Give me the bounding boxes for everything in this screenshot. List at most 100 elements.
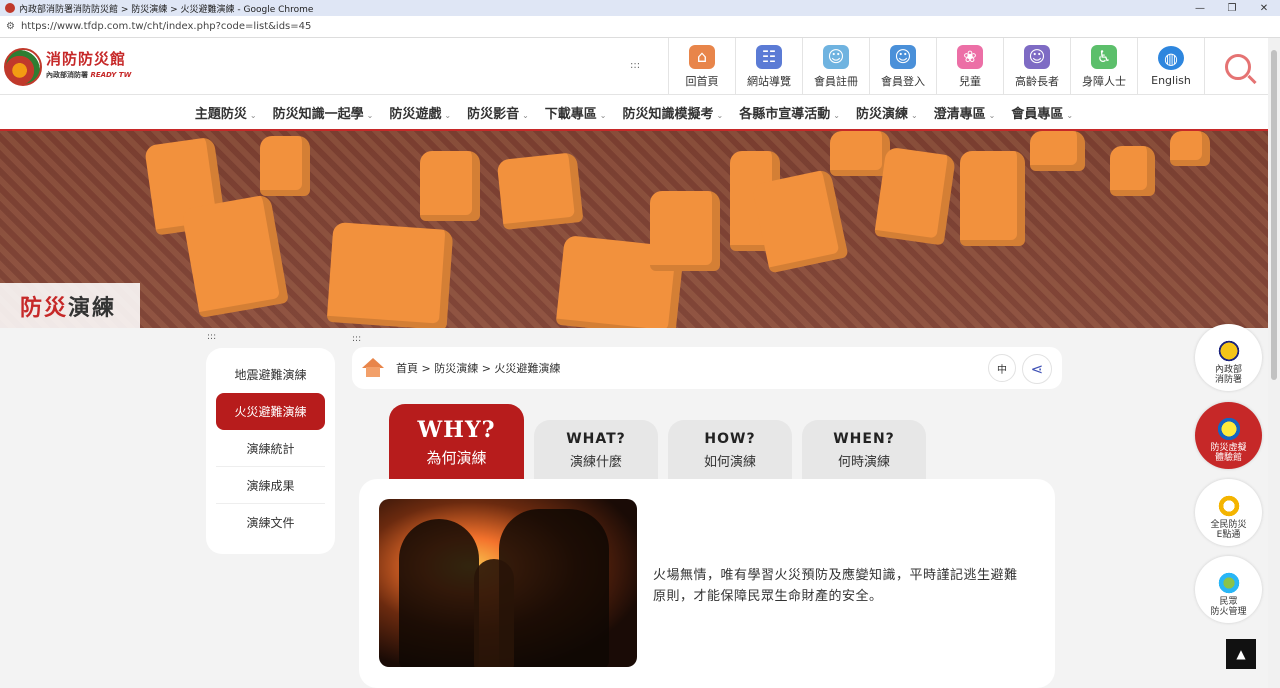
accesskey-mark[interactable]: ::: <box>630 60 640 71</box>
topnav-register[interactable]: ☺ 會員註冊 <box>802 38 869 95</box>
topnav-label: 兒童 <box>959 74 981 88</box>
chevron-down-icon: ⌄ <box>1066 110 1074 120</box>
bear-icon: ❀ <box>957 44 983 69</box>
share-icon[interactable]: ⋖ <box>1022 354 1052 384</box>
topnav-label: 會員註冊 <box>814 74 858 88</box>
topnav-label: 回首頁 <box>685 74 719 88</box>
vr-hall-icon <box>1214 417 1243 441</box>
chevron-down-icon: ⌄ <box>249 110 257 120</box>
menu-item-games[interactable]: 防災遊戲 ⌄ <box>381 103 459 122</box>
sidebar-accesskey[interactable]: ::: <box>207 332 216 342</box>
menu-item-member[interactable]: 會員專區 ⌄ <box>1003 103 1081 122</box>
scrollbar-thumb[interactable] <box>1271 50 1277 380</box>
sidebar-item-documents[interactable]: 演練文件 <box>216 504 325 541</box>
chevron-down-icon: ⌄ <box>366 110 374 120</box>
close-button[interactable]: ✕ <box>1248 3 1280 14</box>
sidebar-item-earthquake[interactable]: 地震避難演練 <box>216 356 325 393</box>
menu-item-county[interactable]: 各縣市宣導活動 ⌄ <box>731 103 848 122</box>
menu-item-clarify[interactable]: 澄清專區 ⌄ <box>926 103 1004 122</box>
content-text: 火場無情，唯有學習火災預防及應變知識，平時謹記逃生避難原則，才能保障民眾生命財產… <box>653 568 1018 604</box>
tab-how[interactable]: HOW? 如何演練 <box>668 420 792 480</box>
browser-titlebar: 內政部消防署消防防災館 > 防災演練 > 火災避難演練 - Google Chr… <box>0 0 1280 16</box>
banner-decoration <box>751 168 849 274</box>
e-point-icon <box>1214 494 1243 518</box>
chevron-down-icon: ⌄ <box>716 110 724 120</box>
menu-item-drill[interactable]: 防災演練 ⌄ <box>848 103 926 122</box>
banner-decoration <box>260 136 310 196</box>
topnav-home[interactable]: ⌂ 回首頁 <box>668 38 735 95</box>
topnav-children[interactable]: ❀ 兒童 <box>936 38 1003 95</box>
login-icon: ☺ <box>890 44 916 69</box>
banner-decoration <box>960 151 1025 246</box>
site-logo[interactable]: 消防防災館 內政部消防署 READY TW <box>4 46 164 88</box>
chevron-down-icon: ⌄ <box>522 110 529 120</box>
site-settings-icon[interactable]: ⚙ <box>6 21 15 32</box>
search-button[interactable] <box>1204 38 1270 95</box>
banner-decoration <box>1170 131 1210 166</box>
float-nfa[interactable]: 內政部 消防署 <box>1195 324 1262 391</box>
banner-decoration <box>326 221 454 328</box>
menu-item-topic[interactable]: 主題防災 ⌄ <box>187 103 265 122</box>
page-banner: 防災 演練 <box>0 131 1268 328</box>
topnav-label: 高齡長者 <box>1015 74 1059 88</box>
tab-what[interactable]: WHAT? 演練什麼 <box>534 420 658 480</box>
logo-emblem-icon <box>4 48 42 86</box>
sidebar-item-fire[interactable]: 火災避難演練 <box>216 393 325 430</box>
banner-decoration <box>181 194 289 318</box>
breadcrumb-path[interactable]: 首頁 > 防災演練 > 火災避難演練 <box>396 360 560 376</box>
wheelchair-icon: ♿ <box>1091 44 1117 69</box>
menu-item-learn[interactable]: 防災知識一起學 ⌄ <box>265 103 382 122</box>
sitemap-icon: ☷ <box>756 44 782 69</box>
home-icon[interactable] <box>362 358 384 378</box>
main-menu: 主題防災 ⌄ 防災知識一起學 ⌄ 防災遊戲 ⌄ 防災影音 ⌄ 下載專區 ⌄ 防災知識模擬考… <box>0 95 1268 131</box>
home-icon: ⌂ <box>689 44 715 69</box>
float-e-point[interactable]: 全民防災 E點通 <box>1195 479 1262 546</box>
topnav-disabled[interactable]: ♿ 身障人士 <box>1070 38 1137 95</box>
topnav-label: 會員登入 <box>881 74 925 88</box>
topnav-english[interactable]: ◍ English <box>1137 38 1204 95</box>
topnav-label: 身障人士 <box>1082 74 1126 88</box>
topnav-sitemap[interactable]: ☷ 網站導覽 <box>735 38 802 95</box>
float-fire-management[interactable]: 民眾 防火管理 <box>1195 556 1262 623</box>
content-accesskey[interactable]: ::: <box>352 334 361 344</box>
menu-item-exam[interactable]: 防災知識模擬考 ⌄ <box>615 103 732 122</box>
page-scrollbar[interactable] <box>1268 38 1280 688</box>
sidebar-item-statistics[interactable]: 演練統計 <box>216 430 325 467</box>
sidebar-item-results[interactable]: 演練成果 <box>216 467 325 504</box>
topnav-label: English <box>1151 74 1191 87</box>
banner-decoration <box>650 191 720 271</box>
banner-decoration <box>496 152 584 230</box>
logo-name: 消防防災館 <box>46 50 127 68</box>
chevron-down-icon: ⌄ <box>599 110 607 120</box>
banner-title: 防災 演練 <box>0 283 140 328</box>
breadcrumb: 首頁 > 防災演練 > 火災避難演練 中 ⋖ <box>352 347 1062 389</box>
restore-button[interactable]: ❐ <box>1216 3 1248 14</box>
site-favicon-icon <box>5 3 15 13</box>
tab-why[interactable]: WHY? 為何演練 <box>389 404 524 480</box>
content-panel: 火場無情，唯有學習火災預防及應變知識，平時謹記逃生避難原則，才能保障民眾生命財產… <box>359 479 1055 688</box>
chevron-down-icon: ⌄ <box>910 110 918 120</box>
logo-subtitle: 內政部消防署 READY TW <box>46 71 132 79</box>
topnav-login[interactable]: ☺ 會員登入 <box>869 38 936 95</box>
topnav-elderly[interactable]: ☺ 高齡長者 <box>1003 38 1070 95</box>
tab-when[interactable]: WHEN? 何時演練 <box>802 420 926 480</box>
back-to-top-button[interactable]: ▲ <box>1226 639 1256 669</box>
minimize-button[interactable]: — <box>1184 3 1216 14</box>
nfa-emblem-icon <box>1214 339 1243 363</box>
chevron-down-icon: ⌄ <box>988 110 996 120</box>
url-text[interactable]: https://www.tfdp.com.tw/cht/index.php?co… <box>21 21 311 32</box>
banner-decoration <box>830 131 890 176</box>
menu-item-video[interactable]: 防災影音 ⌄ <box>459 103 537 122</box>
top-nav: ⌂ 回首頁 ☷ 網站導覽 ☺ 會員註冊 ☺ 會員登入 ❀ 兒童 ☺ 高齡長者 ♿… <box>668 38 1270 95</box>
font-size-button[interactable]: 中 <box>988 354 1016 382</box>
menu-item-download[interactable]: 下載專區 ⌄ <box>537 103 615 122</box>
banner-decoration <box>874 146 956 246</box>
firefighters-photo <box>379 499 637 667</box>
fire-management-icon <box>1214 571 1243 595</box>
chevron-down-icon: ⌄ <box>444 110 452 120</box>
banner-decoration <box>420 151 480 221</box>
address-bar[interactable]: ⚙ https://www.tfdp.com.tw/cht/index.php?… <box>0 16 1280 38</box>
banner-decoration <box>1110 146 1155 196</box>
window-title: 內政部消防署消防防災館 > 防災演練 > 火災避難演練 - Google Chr… <box>19 4 314 15</box>
float-vr-hall[interactable]: 防災虛擬 體驗館 <box>1195 402 1262 469</box>
